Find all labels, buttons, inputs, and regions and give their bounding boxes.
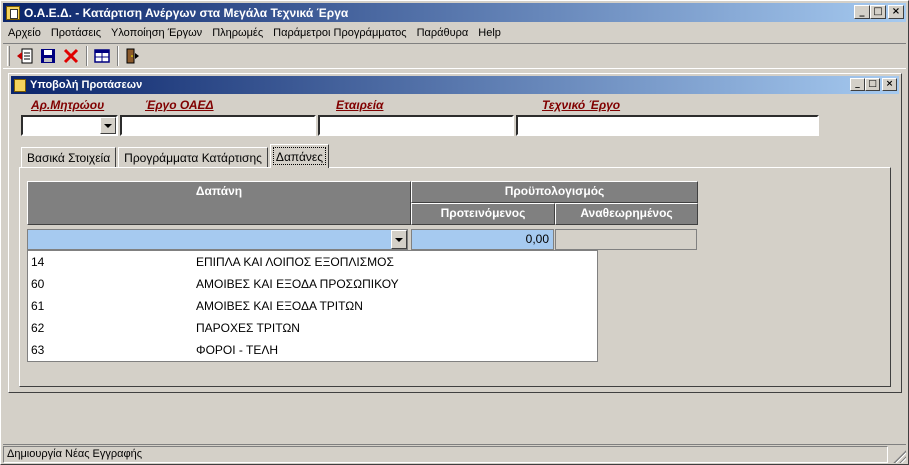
grid-header-proteinomenos: Προτεινόμενος — [411, 203, 555, 225]
grid-icon — [94, 49, 110, 63]
list-item[interactable]: 62 ΠΑΡΟΧΕΣ ΤΡΙΤΩΝ — [28, 317, 597, 339]
status-text: Δημιουργία Νέας Εγγραφής — [3, 445, 888, 463]
ar-mitroou-combo[interactable] — [21, 115, 118, 136]
dapani-dropdown-button[interactable] — [391, 230, 407, 249]
list-item[interactable]: 14 ΕΠΙΠΛΑ ΚΑΙ ΛΟΙΠΟΣ ΕΞΟΠΛΙΣΜΟΣ — [28, 251, 597, 273]
grid-button[interactable] — [91, 45, 113, 67]
exit-button[interactable] — [122, 45, 144, 67]
list-item-code: 14 — [31, 255, 45, 269]
menu-bar: Αρχείο Προτάσεις Υλοποίηση Έργων Πληρωμέ… — [3, 23, 506, 42]
grid-header-proypologismos: Προϋπολογισμός — [411, 181, 698, 203]
toolbar-grip[interactable] — [7, 46, 10, 66]
dapani-dropdown-list: 14 ΕΠΙΠΛΑ ΚΑΙ ΛΟΙΠΟΣ ΕΞΟΠΛΙΣΜΟΣ 60 ΑΜΟΙΒ… — [27, 250, 598, 362]
save-icon — [41, 49, 55, 63]
grid-header-dapani: Δαπάνη — [27, 181, 411, 225]
list-item-desc: ΦΟΡΟΙ - ΤΕΛΗ — [196, 343, 279, 357]
main-window: Ο.Α.Ε.Δ. - Κατάρτιση Ανέργων στα Μεγάλα … — [0, 0, 909, 465]
child-titlebar[interactable]: Υποβολή Προτάσεων _ □ × — [11, 76, 899, 94]
list-item[interactable]: 60 ΑΜΟΙΒΕΣ ΚΑΙ ΕΞΟΔΑ ΠΡΟΣΩΠΙΚΟΥ — [28, 273, 597, 295]
tab-basic-info[interactable]: Βασικά Στοιχεία — [21, 147, 117, 168]
etaireia-input[interactable] — [318, 115, 514, 136]
grid-header-anatheorimenos: Αναθεωρημένος — [555, 203, 698, 225]
new-record-icon — [17, 48, 33, 64]
proteinomenos-cell[interactable]: 0,00 — [411, 229, 554, 250]
new-record-button[interactable] — [14, 45, 36, 67]
menu-windows[interactable]: Παράθυρα — [412, 27, 474, 39]
child-maximize-button[interactable]: □ — [865, 78, 880, 91]
menu-file[interactable]: Αρχείο — [3, 27, 46, 39]
list-item-code: 61 — [31, 299, 45, 313]
list-item-desc: ΑΜΟΙΒΕΣ ΚΑΙ ΕΞΟΔΑ ΠΡΟΣΩΠΙΚΟΥ — [196, 277, 399, 291]
menu-payments[interactable]: Πληρωμές — [207, 27, 268, 39]
document-icon[interactable] — [14, 78, 26, 92]
child-title: Υποβολή Προτάσεων — [30, 79, 143, 91]
texniko-ergo-input[interactable] — [516, 115, 819, 136]
list-item-desc: ΠΑΡΟΧΕΣ ΤΡΙΤΩΝ — [196, 321, 300, 335]
menu-help[interactable]: Help — [473, 27, 506, 39]
toolbar-separator — [117, 46, 119, 66]
chevron-down-icon — [104, 123, 112, 128]
app-icon[interactable] — [6, 5, 20, 20]
label-texniko-ergo[interactable]: Τεχνικό Έργο — [542, 98, 620, 112]
app-title: Ο.Α.Ε.Δ. - Κατάρτιση Ανέργων στα Μεγάλα … — [24, 5, 349, 20]
delete-icon — [63, 48, 79, 64]
ergo-oaed-input[interactable] — [120, 115, 316, 136]
menu-parameters[interactable]: Παράμετροι Προγράμματος — [268, 27, 411, 39]
list-item[interactable]: 61 ΑΜΟΙΒΕΣ ΚΑΙ ΕΞΟΔΑ ΤΡΙΤΩΝ — [28, 295, 597, 317]
list-item-code: 63 — [31, 343, 45, 357]
chevron-down-icon — [395, 237, 403, 242]
toolbar-separator — [86, 46, 88, 66]
anatheorimenos-cell[interactable] — [555, 229, 697, 250]
list-item[interactable]: 63 ΦΟΡΟΙ - ΤΕΛΗ — [28, 339, 597, 361]
menu-proposals[interactable]: Προτάσεις — [46, 27, 106, 39]
delete-button[interactable] — [60, 45, 82, 67]
child-window-proposals: Υποβολή Προτάσεων _ □ × Αρ.Μητρώου Έργο … — [8, 73, 902, 393]
status-bar: Δημιουργία Νέας Εγγραφής — [3, 444, 906, 463]
save-button[interactable] — [37, 45, 59, 67]
tab-strip: Βασικά Στοιχεία Προγράμματα Κατάρτισης Δ… — [21, 144, 331, 168]
list-item-code: 62 — [31, 321, 45, 335]
list-item-code: 60 — [31, 277, 45, 291]
tab-expenses[interactable]: Δαπάνες — [269, 144, 330, 168]
resize-grip-icon[interactable] — [892, 449, 906, 463]
label-ar-mitroou[interactable]: Αρ.Μητρώου — [31, 98, 104, 112]
menu-projects[interactable]: Υλοποίηση Έργων — [106, 27, 207, 39]
close-button[interactable]: × — [888, 5, 904, 19]
app-titlebar[interactable]: Ο.Α.Ε.Δ. - Κατάρτιση Ανέργων στα Μεγάλα … — [3, 3, 906, 22]
minimize-button[interactable]: _ — [854, 5, 870, 19]
dapani-combo[interactable] — [27, 229, 408, 250]
list-item-desc: ΑΜΟΙΒΕΣ ΚΑΙ ΕΞΟΔΑ ΤΡΙΤΩΝ — [196, 299, 363, 313]
exit-icon — [126, 48, 139, 64]
mdi-workspace: Υποβολή Προτάσεων _ □ × Αρ.Μητρώου Έργο … — [3, 71, 906, 442]
child-minimize-button[interactable]: _ — [850, 78, 865, 91]
list-item-desc: ΕΠΙΠΛΑ ΚΑΙ ΛΟΙΠΟΣ ΕΞΟΠΛΙΣΜΟΣ — [196, 255, 394, 269]
ar-mitroou-dropdown-button[interactable] — [100, 117, 116, 134]
toolbar — [3, 43, 906, 69]
tab-training-programs[interactable]: Προγράμματα Κατάρτισης — [118, 147, 268, 168]
label-etaireia[interactable]: Εταιρεία — [336, 98, 383, 112]
maximize-button[interactable]: □ — [870, 5, 886, 19]
child-close-button[interactable]: × — [882, 78, 897, 91]
label-ergo-oaed[interactable]: Έργο ΟΑΕΔ — [145, 98, 214, 112]
